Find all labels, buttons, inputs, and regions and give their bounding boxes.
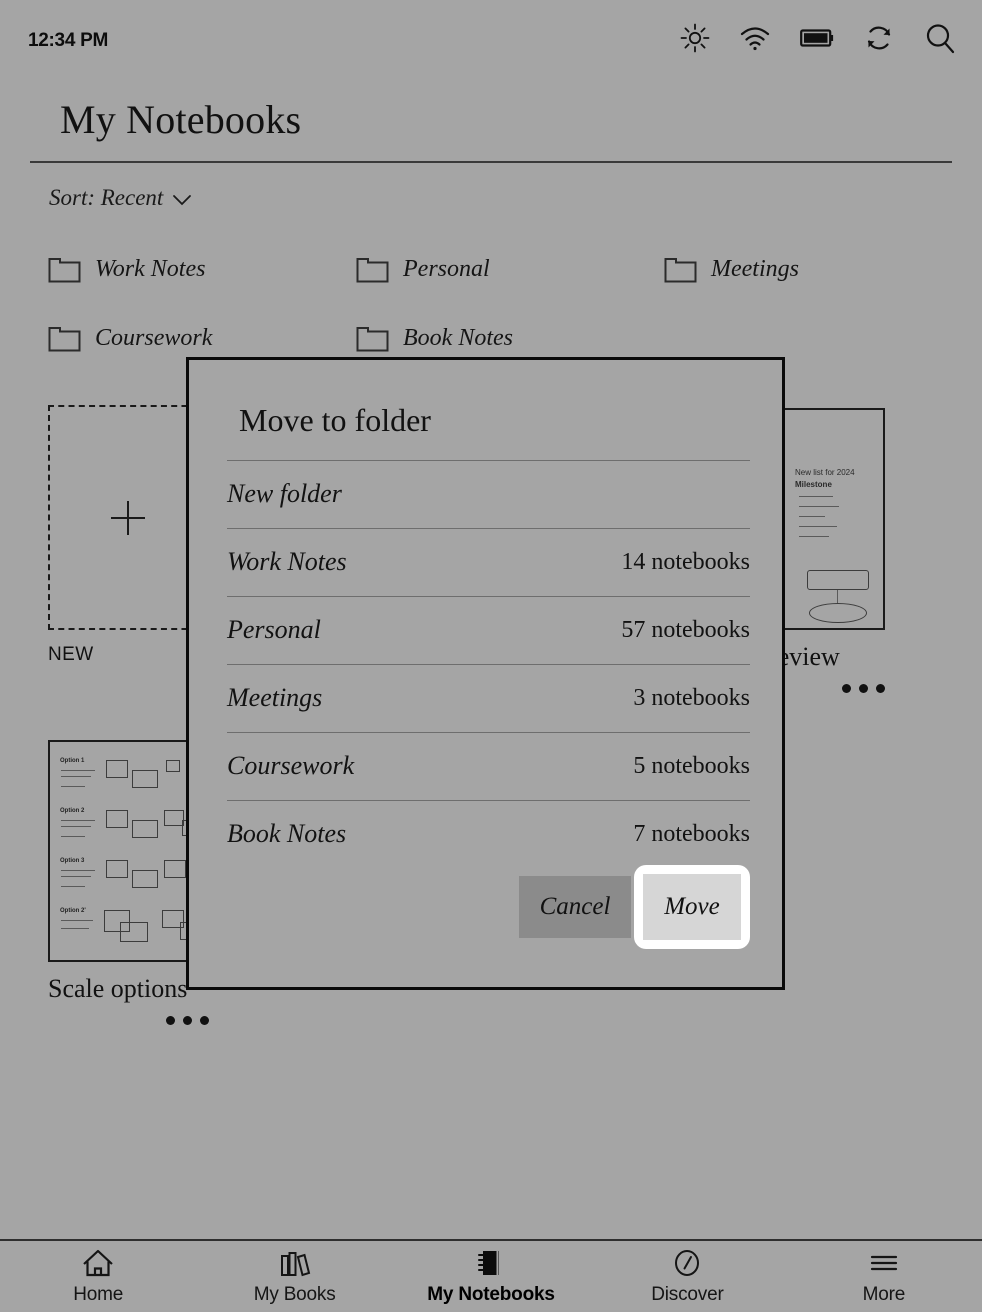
dialog-row-name: Meetings — [227, 683, 323, 712]
dialog-row-name: New folder — [227, 479, 342, 508]
clock: 12:34 PM — [28, 30, 108, 51]
nav-label: My Books — [253, 1283, 336, 1305]
home-icon — [83, 1249, 113, 1276]
folder-chip-label: Coursework — [95, 325, 213, 351]
folder-chip-label: Book Notes — [403, 325, 513, 351]
sync-icon[interactable] — [863, 22, 895, 54]
status-bar: 12:34 PM — [0, 0, 982, 84]
move-button-focus-ring[interactable]: Move — [634, 865, 750, 949]
plus-icon — [111, 500, 145, 535]
cancel-button[interactable]: Cancel — [519, 876, 631, 938]
new-notebook-thumb[interactable] — [48, 405, 208, 630]
dialog-row-personal[interactable]: Personal 57 notebooks — [227, 596, 750, 664]
dialog-row-name: Coursework — [227, 751, 355, 780]
sort-control[interactable]: Sort: Recent — [49, 185, 192, 211]
folder-chip-coursework[interactable]: Coursework — [48, 325, 212, 352]
header-divider — [30, 161, 952, 163]
sort-label: Sort: Recent — [49, 185, 164, 210]
folder-icon — [356, 258, 389, 283]
battery-icon[interactable] — [800, 27, 834, 49]
dialog-row-count: 57 notebooks — [621, 616, 750, 643]
dialog-actions: Cancel Move — [227, 865, 750, 949]
move-button[interactable]: Move — [643, 874, 741, 940]
folder-chip-label: Work Notes — [95, 256, 206, 282]
nav-item-my-notebooks[interactable]: My Notebooks — [393, 1248, 589, 1306]
dialog-row-new-folder[interactable]: New folder — [227, 460, 750, 528]
e-reader-screen: 12:34 PM My Notebooks Sort: Recent Work … — [0, 0, 982, 1312]
page-title: My Notebooks — [60, 97, 302, 142]
folder-chip-book-notes[interactable]: Book Notes — [356, 325, 513, 352]
dialog-row-count: 3 notebooks — [633, 684, 750, 711]
dialog-row-book-notes[interactable]: Book Notes 7 notebooks — [227, 800, 750, 868]
folder-chip-label: Personal — [403, 256, 490, 282]
notebook-icon — [478, 1250, 500, 1275]
nav-item-more[interactable]: More — [786, 1248, 982, 1306]
nav-label: More — [862, 1283, 906, 1305]
dialog-row-name: Work Notes — [227, 547, 347, 576]
thumb-row-label: Option 2' — [60, 908, 86, 914]
nav-item-discover[interactable]: Discover — [589, 1248, 785, 1306]
wifi-icon[interactable] — [739, 24, 771, 52]
folder-chip-personal[interactable]: Personal — [356, 256, 490, 283]
notebook-thumb-scale-options[interactable]: Option 1 Option 2 Option 3 Option 2' — [48, 740, 208, 962]
thumb-row-label: Option 3 — [60, 858, 85, 864]
folder-icon — [664, 258, 697, 283]
nav-item-my-books[interactable]: My Books — [196, 1248, 392, 1306]
thumb-row-label: Option 1 — [60, 758, 85, 764]
hamburger-icon — [870, 1255, 897, 1270]
dialog-row-count: 7 notebooks — [633, 820, 750, 847]
folder-icon — [48, 327, 81, 352]
dialog-row-name: Personal — [227, 615, 321, 644]
books-icon — [280, 1251, 310, 1276]
new-notebook-label: NEW — [48, 644, 94, 665]
bottom-nav: Home My Books My Notebooks Discover More — [0, 1241, 982, 1312]
thumb-row-label: Option 2 — [60, 808, 85, 814]
move-to-folder-dialog: Move to folder New folder Work Notes 14 … — [186, 357, 785, 990]
chevron-down-icon — [173, 195, 192, 206]
nav-label: Discover — [651, 1283, 724, 1305]
folder-chip-work-notes[interactable]: Work Notes — [48, 256, 205, 283]
dialog-row-name: Book Notes — [227, 819, 347, 848]
nav-label: Home — [73, 1283, 124, 1305]
folder-chip-meetings[interactable]: Meetings — [664, 256, 799, 283]
card-more-menu[interactable] — [166, 1016, 209, 1025]
notebook-card-label: Scale options — [48, 974, 188, 1003]
dialog-row-coursework[interactable]: Coursework 5 notebooks — [227, 732, 750, 800]
new-notebook-card[interactable]: NEW — [48, 405, 208, 666]
brightness-icon[interactable] — [680, 23, 710, 53]
dialog-row-count: 14 notebooks — [621, 548, 750, 575]
folder-chip-label: Meetings — [711, 256, 799, 282]
folder-icon — [48, 258, 81, 283]
dialog-row-work-notes[interactable]: Work Notes 14 notebooks — [227, 528, 750, 596]
dialog-row-count: 5 notebooks — [633, 752, 750, 779]
nav-item-home[interactable]: Home — [0, 1248, 196, 1306]
search-icon[interactable] — [924, 22, 956, 54]
dialog-row-meetings[interactable]: Meetings 3 notebooks — [227, 664, 750, 732]
status-icon-group — [680, 22, 956, 54]
nav-label: My Notebooks — [427, 1283, 555, 1305]
notebook-card-scale-options[interactable]: Option 1 Option 2 Option 3 Option 2' Sca… — [48, 740, 209, 1025]
dialog-title: Move to folder — [239, 402, 431, 438]
folder-icon — [356, 327, 389, 352]
compass-icon — [675, 1249, 700, 1276]
